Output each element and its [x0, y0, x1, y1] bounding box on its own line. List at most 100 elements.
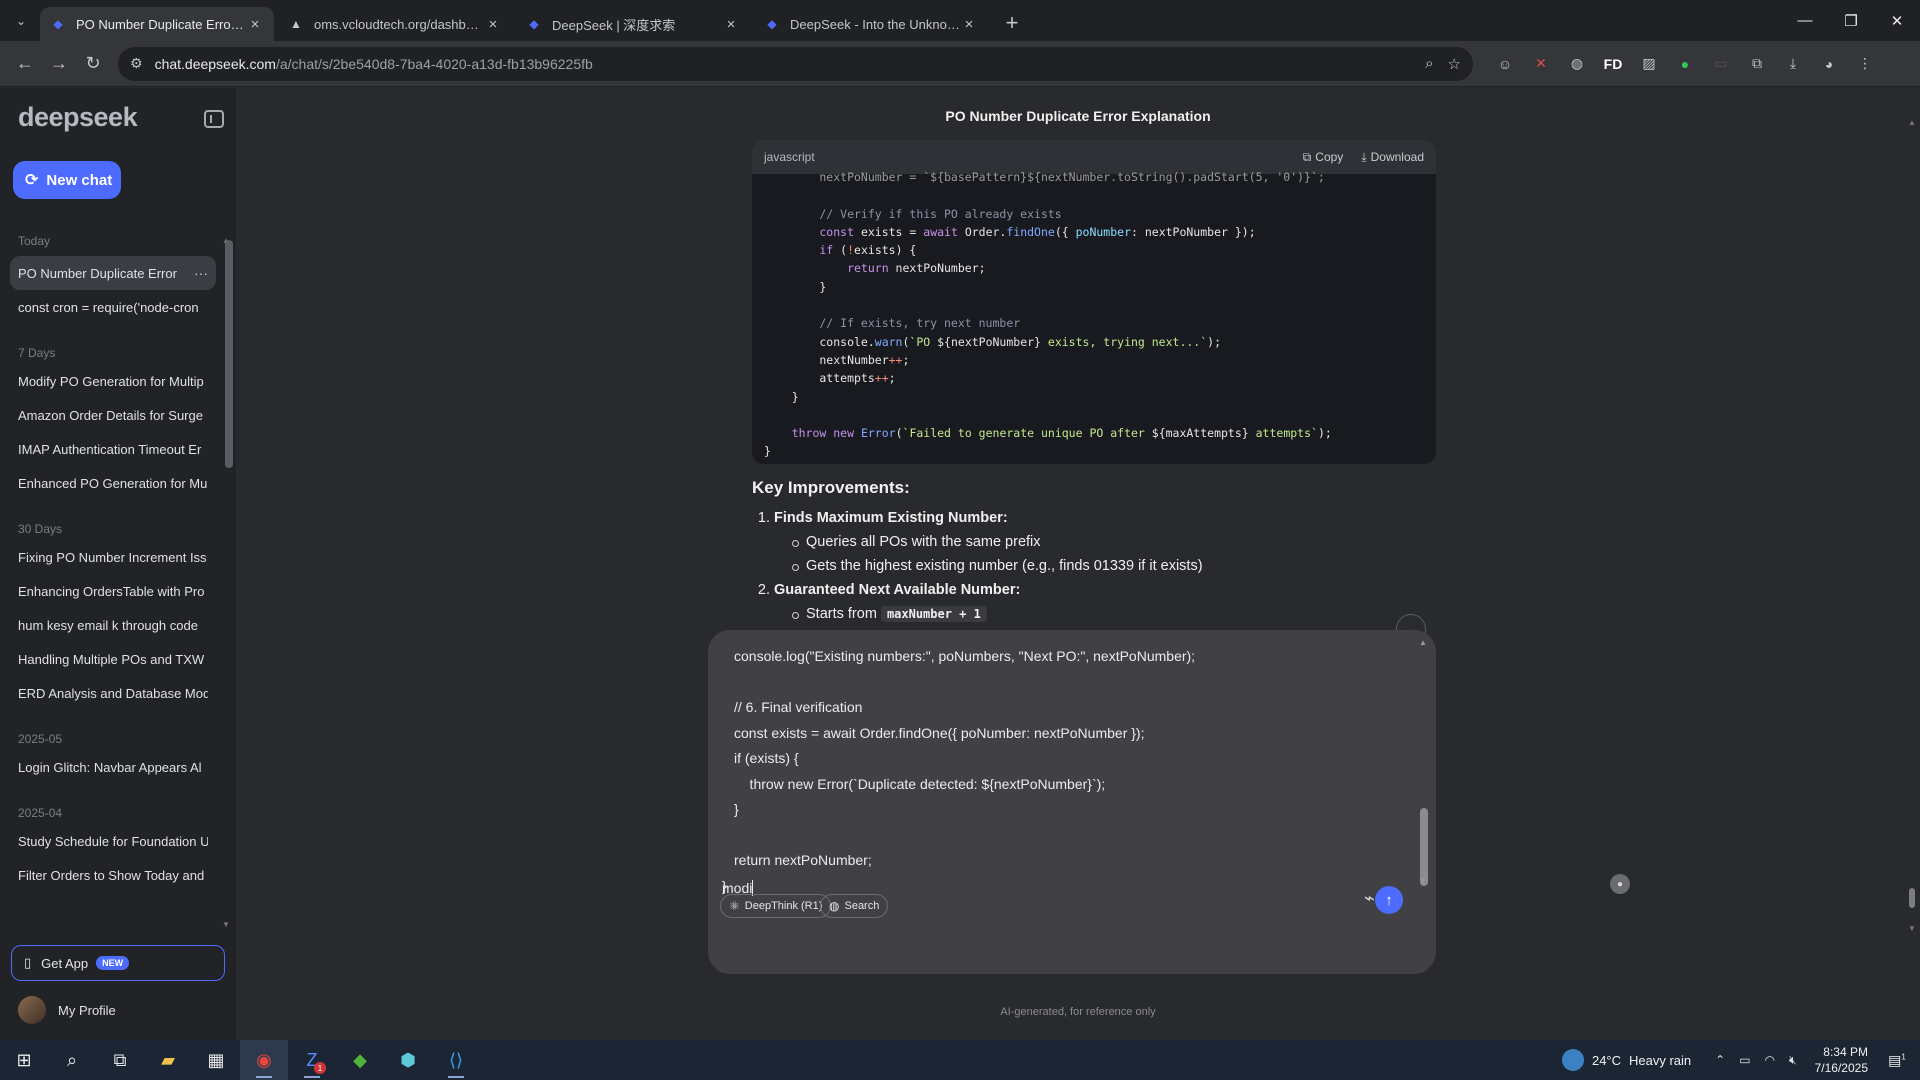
file-explorer-icon[interactable]: ▰	[144, 1040, 192, 1080]
vscode-icon[interactable]: ⟨⟩	[432, 1040, 480, 1080]
extension-gray-icon[interactable]: ▭	[1705, 48, 1737, 80]
show-hidden-chevron-icon[interactable]: ⌃	[1715, 1053, 1725, 1068]
history-group-label: 30 Days	[18, 522, 63, 536]
send-button[interactable]: ↑	[1375, 886, 1403, 914]
tab-close-icon[interactable]: ×	[722, 16, 740, 33]
page-scrollbar[interactable]	[1909, 888, 1915, 908]
extension-x-icon[interactable]: ✕	[1525, 48, 1557, 80]
volume-muted-icon[interactable]: 🔇︎	[1789, 1053, 1797, 1068]
history-item-label: ERD Analysis and Database Mod	[18, 685, 208, 701]
address-bar[interactable]: ⚙ chat.deepseek.com/a/chat/s/2be540d8-7b…	[118, 46, 1473, 81]
tab-close-icon[interactable]: ×	[960, 16, 978, 33]
sidebar-scroll-down-icon[interactable]: ▼	[222, 920, 230, 929]
chrome-icon[interactable]: ◉	[240, 1040, 288, 1080]
page-scroll-up-icon[interactable]: ▲	[1908, 118, 1916, 127]
rain-cloud-icon	[1561, 1049, 1584, 1071]
sidebar-collapse-icon[interactable]	[204, 110, 224, 128]
system-tray: 24°C Heavy rain ⌃ ▭ ◠ 🔇︎ 8:34 PM 7/16/20…	[1561, 1040, 1920, 1080]
task-view-icon[interactable]: ⧉	[96, 1040, 144, 1080]
extension-fd-icon[interactable]: FD	[1597, 48, 1629, 80]
sidebar-scrollbar[interactable]	[225, 240, 233, 468]
tab-oms-dashboard[interactable]: ▲ oms.vcloudtech.org/dashboard ×	[278, 7, 512, 41]
history-item[interactable]: hum kesy email k through code	[10, 608, 216, 642]
history-item[interactable]: Enhanced PO Generation for Mu	[10, 466, 216, 500]
download-code-button[interactable]: ⤓ Download	[1361, 150, 1424, 165]
page-scroll-down-icon[interactable]: ▼	[1908, 924, 1916, 933]
zoom-icon[interactable]: Z1	[288, 1040, 336, 1080]
message-composer[interactable]: console.log("Existing numbers:", poNumbe…	[708, 630, 1630, 974]
zoom-search-icon[interactable]: ⌕	[1425, 55, 1433, 73]
get-app-button[interactable]: ▯ Get App NEW	[11, 945, 225, 981]
extension-image-icon[interactable]: ▨	[1633, 48, 1665, 80]
history-item-label: hum kesy email k through code	[18, 617, 198, 633]
history-item[interactable]: ERD Analysis and Database Mod	[10, 676, 216, 710]
history-item-active[interactable]: PO Number Duplicate Error ···	[10, 256, 216, 290]
chat-main: PO Number Duplicate Error Explanation ja…	[236, 88, 1920, 1040]
close-window-icon[interactable]: ✕	[1874, 12, 1920, 30]
site-info-icon[interactable]: ⚙	[130, 55, 143, 72]
app-hex-icon[interactable]: ⬢	[384, 1040, 432, 1080]
tab-deepseek-cn[interactable]: ◆ DeepSeek | 深度求索 ×	[516, 7, 750, 41]
restore-icon[interactable]: ❐	[1828, 12, 1874, 30]
store-icon[interactable]: ▦	[192, 1040, 240, 1080]
menu-kebab-icon[interactable]: ⋮	[1849, 48, 1881, 80]
history-item[interactable]: Login Glitch: Navbar Appears Al	[10, 750, 216, 784]
history-item[interactable]: Study Schedule for Foundation U	[10, 824, 216, 858]
copy-label: Copy	[1315, 149, 1344, 164]
tab-deepseek-unknown[interactable]: ◆ DeepSeek - Into the Unknown ×	[754, 7, 988, 41]
taskbar-search-icon[interactable]: ⌕	[48, 1040, 96, 1080]
downloads-icon[interactable]: ⤓	[1777, 48, 1809, 80]
assistant-mini-icon[interactable]: ●	[1610, 874, 1630, 894]
back-arrow-icon[interactable]: ←	[8, 47, 42, 81]
deepseek-logo[interactable]: deepseek	[18, 102, 138, 133]
history-item[interactable]: IMAP Authentication Timeout Er	[10, 432, 216, 466]
notifications-icon[interactable]: ▤1	[1882, 1052, 1912, 1069]
composer-scroll-up-icon[interactable]: ▲	[1419, 638, 1427, 647]
composer-scrollbar[interactable]	[1420, 808, 1428, 886]
more-options-icon[interactable]: ···	[194, 265, 208, 281]
windows-start-icon[interactable]: ⊞	[0, 1040, 48, 1080]
url-host: chat.deepseek.com	[154, 55, 276, 72]
tab-po-number[interactable]: ◆ PO Number Duplicate Error Exp ×	[40, 7, 274, 41]
mongodb-icon[interactable]: ◆	[336, 1040, 384, 1080]
deepthink-toggle[interactable]: ⚛ DeepThink (R1)	[720, 894, 832, 918]
reload-icon[interactable]: ↻	[76, 47, 110, 81]
forward-arrow-icon[interactable]: →	[42, 47, 76, 81]
history-item-label: Amazon Order Details for Surge	[18, 407, 203, 423]
tab-search-chevron-icon[interactable]: ⌄	[8, 8, 34, 34]
battery-icon[interactable]: ▭	[1739, 1053, 1750, 1068]
weather-desc: Heavy rain	[1629, 1052, 1692, 1068]
history-item[interactable]: Modify PO Generation for Multip	[10, 364, 216, 398]
copy-code-button[interactable]: ⧉ Copy	[1303, 150, 1344, 165]
history-item[interactable]: const cron = require('node-cron	[10, 290, 216, 324]
composer-scroll-down-icon[interactable]: ▼	[1419, 876, 1427, 885]
history-item-label: Modify PO Generation for Multip	[18, 373, 204, 389]
extensions-area: ☺ ✕ ◍ FD ▨ ● ▭ ⧉ ⤓ ◕ ⋮	[1489, 48, 1881, 80]
weather-widget[interactable]: 24°C Heavy rain	[1561, 1049, 1692, 1071]
history-item[interactable]: Handling Multiple POs and TXW	[10, 642, 216, 676]
extension-face-icon[interactable]: ☺	[1489, 48, 1521, 80]
tab-close-icon[interactable]: ×	[484, 16, 502, 33]
tab-close-icon[interactable]: ×	[246, 16, 264, 33]
new-tab-plus-icon[interactable]: +	[998, 9, 1026, 37]
history-item-label: Enhancing OrdersTable with Pro	[18, 583, 205, 599]
history-item[interactable]: Amazon Order Details for Surge	[10, 398, 216, 432]
attach-paperclip-icon[interactable]: ⌁	[1364, 888, 1375, 909]
profile-avatar-icon[interactable]: ◕	[1813, 48, 1845, 80]
url-path: /a/chat/s/2be540d8-7ba4-4020-a13d-fb13b9…	[275, 55, 593, 72]
new-chat-button[interactable]: ⟳ New chat	[13, 161, 121, 199]
extension-globe-icon[interactable]: ◍	[1561, 48, 1593, 80]
wifi-icon[interactable]: ◠	[1765, 1053, 1775, 1068]
extension-green-icon[interactable]: ●	[1669, 48, 1701, 80]
extensions-puzzle-icon[interactable]: ⧉	[1741, 48, 1773, 80]
minimize-icon[interactable]: —	[1782, 12, 1828, 29]
clock[interactable]: 8:34 PM 7/16/2025	[1815, 1044, 1868, 1076]
item-title: Guaranteed Next Available Number:	[774, 582, 1021, 598]
search-toggle[interactable]: ◍ Search	[820, 894, 889, 918]
bookmark-star-icon[interactable]: ☆	[1448, 55, 1461, 73]
composer-textarea[interactable]: console.log("Existing numbers:", poNumbe…	[722, 644, 1402, 904]
history-item[interactable]: Filter Orders to Show Today and	[10, 858, 216, 892]
history-item[interactable]: Fixing PO Number Increment Iss	[10, 540, 216, 574]
my-profile-button[interactable]: My Profile	[18, 996, 116, 1024]
history-item[interactable]: Enhancing OrdersTable with Pro	[10, 574, 216, 608]
